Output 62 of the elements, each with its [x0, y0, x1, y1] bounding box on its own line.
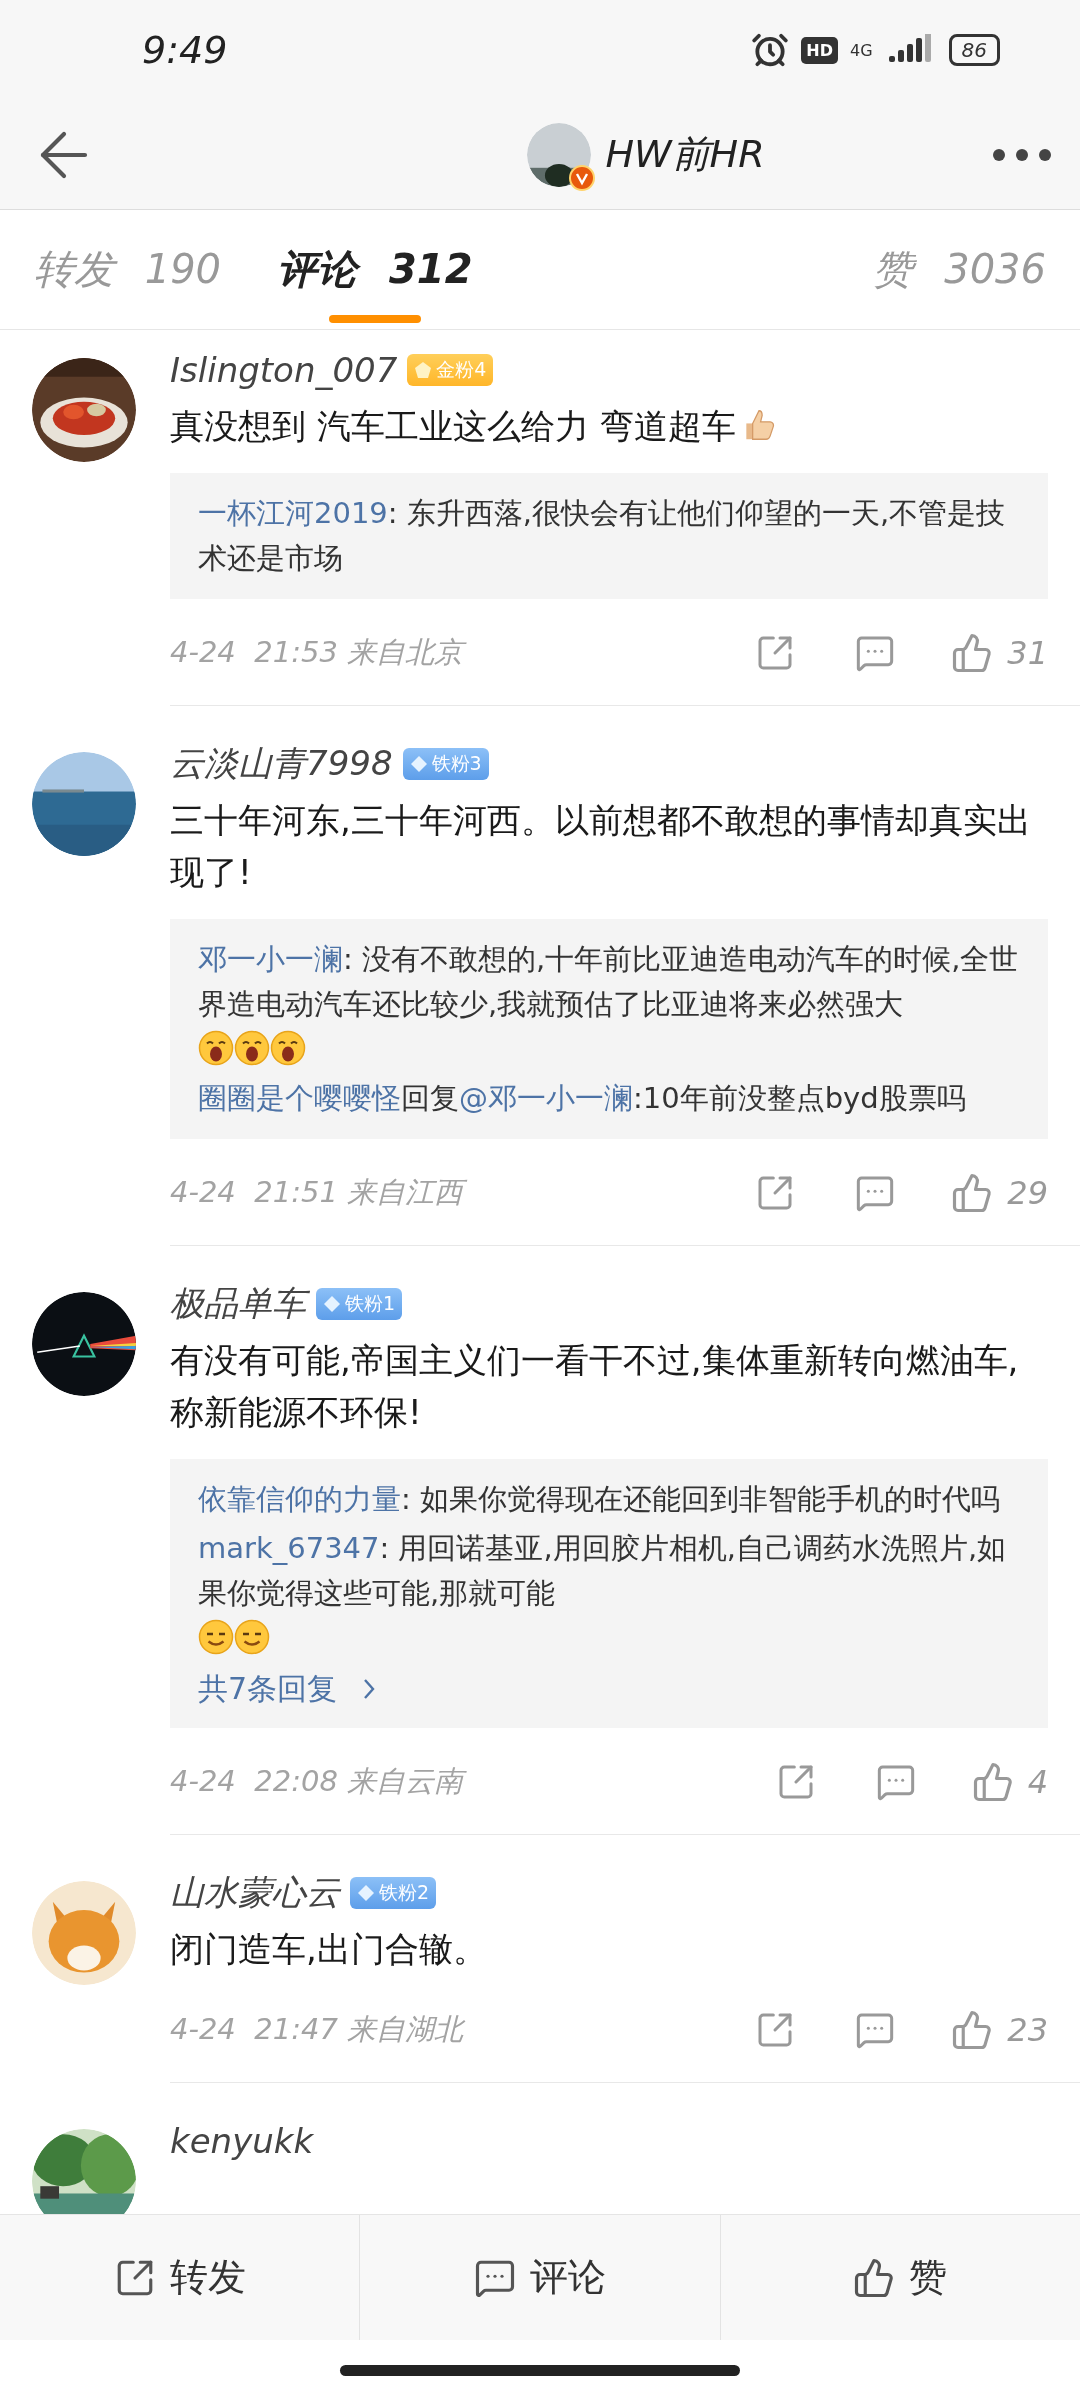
- like-button[interactable]: 31: [951, 631, 1048, 674]
- comment-meta: 4-24 21:53 来自北京: [170, 632, 756, 673]
- fan-badge: 铁粉2: [350, 1876, 437, 1909]
- username-link[interactable]: 邓一小一澜: [198, 941, 343, 976]
- emoji-icon: [198, 1029, 234, 1066]
- battery-level: 86: [948, 34, 1000, 66]
- comment-text: 真没想到 汽车工业这么给力 弯道超车: [170, 400, 1048, 453]
- account-name: HW前HR: [605, 131, 765, 178]
- fan-badge: 金粉4: [407, 354, 494, 386]
- thumbs-up-icon: [971, 1760, 1014, 1803]
- network-label: 4G: [849, 40, 873, 60]
- username-link[interactable]: 一杯江河2019: [198, 495, 388, 530]
- hd-badge: HD: [801, 36, 838, 64]
- comment-meta: 4-24 21:51 来自江西: [170, 1172, 756, 1213]
- reply-text: 依靠信仰的力量: 如果你觉得现在还能回到非智能手机的时代吗: [198, 1481, 1001, 1519]
- more-icon: [992, 147, 1052, 162]
- comment-text: 闭门造车,出门合辙。: [170, 1927, 488, 1971]
- clock-time: 9:49: [142, 28, 229, 72]
- tab[interactable]: 转发 190: [34, 210, 222, 329]
- diamond-icon: [409, 754, 428, 773]
- comment-text: 三十年河东,三十年河西。以前想都不敢想的事情却真实出现了!: [170, 798, 1032, 895]
- username-link[interactable]: mark_67347: [198, 1531, 380, 1565]
- like-button[interactable]: 29: [951, 1171, 1048, 1214]
- home-indicator[interactable]: [340, 2364, 740, 2376]
- user-name[interactable]: 云淡山青7998: [170, 740, 393, 787]
- reply-text: mark_67347: 用回诺基亚,用回胶片相机,自己调药水洗照片,如果你觉得这些可能,那就可能: [198, 1526, 1020, 1661]
- thumbs-up-icon: [951, 2008, 994, 2051]
- mention-link[interactable]: @邓一小一澜: [459, 1080, 633, 1115]
- like-button[interactable]: 赞: [719, 2215, 1080, 2340]
- reply-text: 圈圈是个嘤嘤怪回复@邓一小一澜:10年前没整点byd股票吗: [198, 1079, 967, 1117]
- emoji-icon: [234, 1618, 270, 1655]
- diamond-icon: [357, 1883, 375, 1902]
- reply-text: 邓一小一澜: 没有不敢想的,十年前比亚迪造电动汽车的时候,全世界造电动汽车还比较少,我就预估了比亚迪将来必然强大: [198, 936, 1020, 1072]
- comment-text: 有没有可能,帝国主义们一看干不过,集体重新转向燃油车,称新能源不环保!: [170, 1338, 1020, 1435]
- share-button[interactable]: 转发: [0, 2215, 360, 2340]
- fan-badge: 铁粉3: [402, 747, 489, 780]
- more-replies-link[interactable]: 共7条回复: [198, 1668, 1020, 1710]
- pentagon-icon: [414, 361, 433, 379]
- chevron-right-icon: [363, 1678, 376, 1701]
- tab[interactable]: 评论 312: [277, 210, 473, 329]
- emoji-icon: [270, 1029, 306, 1066]
- like-button[interactable]: 23: [951, 2008, 1048, 2051]
- thumbs-up-icon: [951, 1171, 994, 1214]
- comment-button[interactable]: 评论: [359, 2215, 720, 2340]
- reply-text: 一杯江河2019: 东升西落,很快会有让他们仰望的一天,不管是技术还是市场: [198, 494, 1007, 577]
- fan-badge: 铁粉1: [316, 1287, 403, 1320]
- diamond-icon: [323, 1294, 341, 1313]
- emoji-icon: [198, 1618, 234, 1655]
- thumbs-up-icon: [951, 631, 994, 674]
- user-name[interactable]: Islington_007: [170, 350, 398, 390]
- user-name[interactable]: kenyukk: [170, 2120, 314, 2161]
- username-link[interactable]: 依靠信仰的力量: [198, 1482, 401, 1517]
- like-button[interactable]: 4: [971, 1760, 1048, 1803]
- username-link[interactable]: 圈圈是个嘤嘤怪: [198, 1080, 401, 1115]
- emoji-icon: [234, 1029, 270, 1066]
- user-name[interactable]: 山水蒙心云: [170, 1869, 340, 1916]
- tab[interactable]: 赞 3036: [873, 210, 1046, 329]
- comment-meta: 4-24 22:08 来自云南: [170, 1761, 776, 1802]
- more-options-button[interactable]: [992, 147, 1052, 162]
- thumbs-up-icon: [853, 2256, 896, 2299]
- comment-meta: 4-24 21:47 来自湖北: [170, 2010, 466, 2048]
- alarm-icon: [751, 31, 790, 69]
